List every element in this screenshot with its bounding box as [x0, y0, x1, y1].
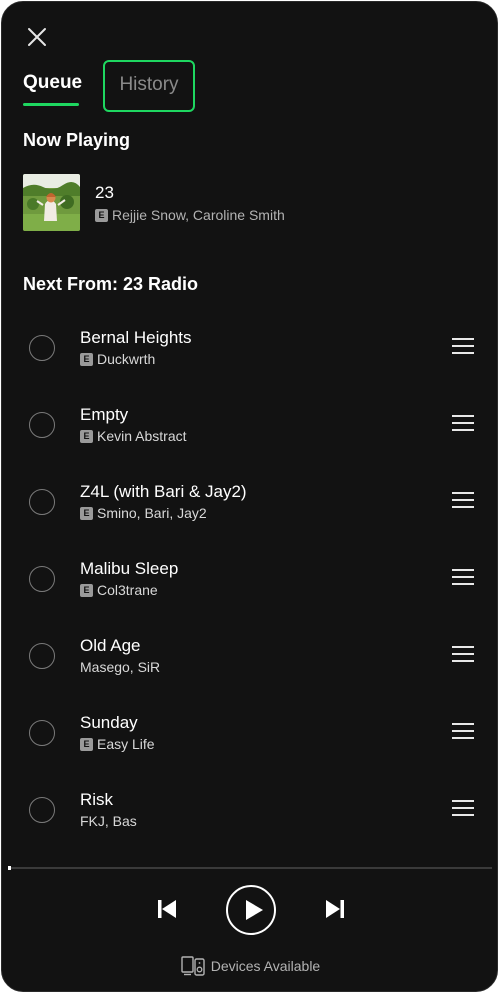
track-title: Malibu Sleep: [80, 559, 179, 578]
track-title: Z4L (with Bari & Jay2): [80, 482, 247, 501]
drag-handle-icon[interactable]: [452, 644, 476, 664]
queue-track-row[interactable]: Old Age Masego, SiR: [2, 627, 497, 685]
next-from-heading: Next From: 23 Radio: [23, 274, 199, 294]
track-subtitle: E Kevin Abstract: [80, 428, 187, 444]
track-title: Sunday: [80, 713, 138, 732]
track-artists: Masego, SiR: [80, 659, 161, 675]
queue-panel: Queue History Now Playing 23 E Rejjie Sn…: [1, 1, 498, 992]
album-art: [23, 174, 80, 231]
track-subtitle: Masego, SiR: [80, 659, 160, 675]
close-button[interactable]: [24, 24, 50, 50]
queue-track-row[interactable]: Malibu Sleep E Col3trane: [2, 550, 497, 608]
devices-icon: [181, 956, 205, 976]
explicit-badge: E: [95, 208, 108, 222]
track-artists: Duckwrth: [97, 351, 156, 367]
track-title: Bernal Heights: [80, 328, 192, 347]
track-title: Old Age: [80, 636, 141, 655]
track-artists: Col3trane: [97, 582, 158, 598]
playback-progress-track[interactable]: [8, 867, 492, 869]
track-subtitle: E Col3trane: [80, 582, 158, 598]
skip-next-icon: [326, 900, 344, 918]
track-artists: Easy Life: [97, 736, 155, 752]
close-icon: [28, 28, 46, 46]
play-icon: [246, 900, 263, 920]
select-track-radio[interactable]: [29, 797, 55, 823]
track-subtitle: E Duckwrth: [80, 351, 155, 367]
track-subtitle: FKJ, Bas: [80, 813, 137, 829]
previous-track-button[interactable]: [154, 896, 180, 922]
play-button[interactable]: [226, 885, 276, 935]
select-track-radio[interactable]: [29, 489, 55, 515]
track-subtitle: E Smino, Bari, Jay2: [80, 505, 207, 521]
tab-queue[interactable]: Queue: [23, 60, 82, 108]
drag-handle-icon[interactable]: [452, 413, 476, 433]
track-title: Risk: [80, 790, 114, 809]
track-artists: FKJ, Bas: [80, 813, 137, 829]
queue-track-row[interactable]: Empty E Kevin Abstract: [2, 396, 497, 454]
select-track-radio[interactable]: [29, 412, 55, 438]
now-playing-track[interactable]: 23 E Rejjie Snow, Caroline Smith: [23, 174, 483, 234]
queue-track-row[interactable]: Bernal Heights E Duckwrth: [2, 319, 497, 377]
now-playing-artists: Rejjie Snow, Caroline Smith: [112, 207, 285, 223]
explicit-badge: E: [80, 583, 93, 597]
select-track-radio[interactable]: [29, 335, 55, 361]
explicit-badge: E: [80, 506, 93, 520]
queue-track-row[interactable]: Risk FKJ, Bas: [2, 781, 497, 839]
devices-available-label: Devices Available: [210, 958, 321, 974]
track-artists: Kevin Abstract: [97, 428, 187, 444]
now-playing-title: 23: [95, 183, 114, 202]
drag-handle-icon[interactable]: [452, 567, 476, 587]
playback-controls: [2, 882, 497, 938]
select-track-radio[interactable]: [29, 566, 55, 592]
skip-previous-icon: [158, 900, 176, 918]
drag-handle-icon[interactable]: [452, 721, 476, 741]
tab-history[interactable]: History: [103, 60, 195, 112]
drag-handle-icon[interactable]: [452, 798, 476, 818]
track-title: Empty: [80, 405, 129, 424]
select-track-radio[interactable]: [29, 643, 55, 669]
now-playing-heading: Now Playing: [23, 130, 131, 150]
now-playing-subtitle: E Rejjie Snow, Caroline Smith: [95, 207, 285, 223]
explicit-badge: E: [80, 429, 93, 443]
devices-available-button[interactable]: Devices Available: [2, 954, 497, 978]
queue-track-row[interactable]: Sunday E Easy Life: [2, 704, 497, 762]
select-track-radio[interactable]: [29, 720, 55, 746]
playback-progress-fill: [8, 866, 11, 870]
drag-handle-icon[interactable]: [452, 490, 476, 510]
explicit-badge: E: [80, 352, 93, 366]
track-artists: Smino, Bari, Jay2: [97, 505, 207, 521]
track-subtitle: E Easy Life: [80, 736, 155, 752]
next-track-button[interactable]: [322, 896, 348, 922]
queue-track-row[interactable]: Z4L (with Bari & Jay2) E Smino, Bari, Ja…: [2, 473, 497, 531]
explicit-badge: E: [80, 737, 93, 751]
drag-handle-icon[interactable]: [452, 336, 476, 356]
